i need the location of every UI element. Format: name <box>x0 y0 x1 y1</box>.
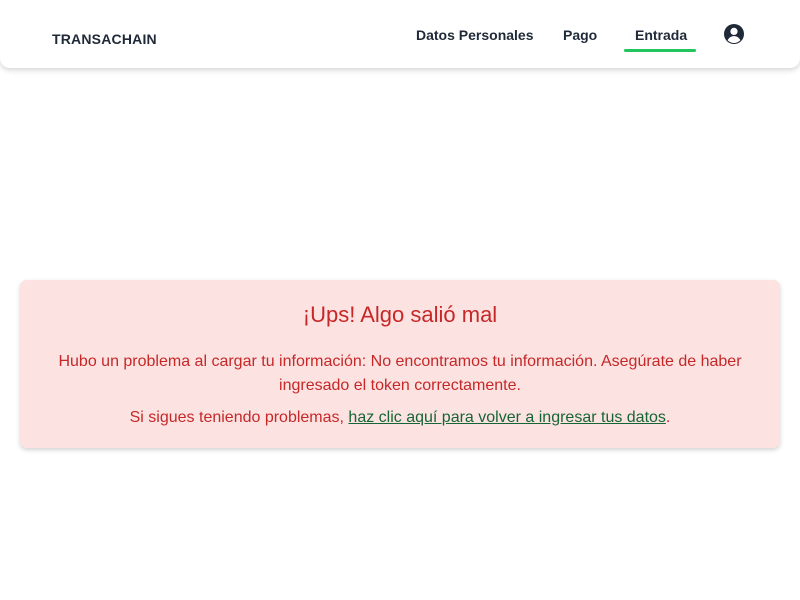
nav-link-pago[interactable]: Pago <box>563 27 597 43</box>
error-alert-card: ¡Ups! Algo salió mal Hubo un problema al… <box>20 280 780 448</box>
top-navbar: TRANSACHAIN Datos Personales Pago Entrad… <box>0 0 800 68</box>
help-prefix-text: Si sigues teniendo problemas, <box>129 409 349 426</box>
nav-link-datos-personales[interactable]: Datos Personales <box>416 27 534 43</box>
error-help-text: Si sigues teniendo problemas, haz clic a… <box>20 406 780 430</box>
active-nav-underline <box>624 49 696 52</box>
error-title: ¡Ups! Algo salió mal <box>302 302 498 327</box>
error-message: Hubo un problema al cargar tu informació… <box>58 353 742 394</box>
brand-logo-text[interactable]: TRANSACHAIN <box>52 31 157 47</box>
user-circle-icon[interactable] <box>723 23 745 45</box>
reenter-data-link[interactable]: haz clic aquí para volver a ingresar tus… <box>348 409 666 426</box>
nav-link-entrada[interactable]: Entrada <box>635 27 687 43</box>
help-suffix-text: . <box>665 409 671 426</box>
